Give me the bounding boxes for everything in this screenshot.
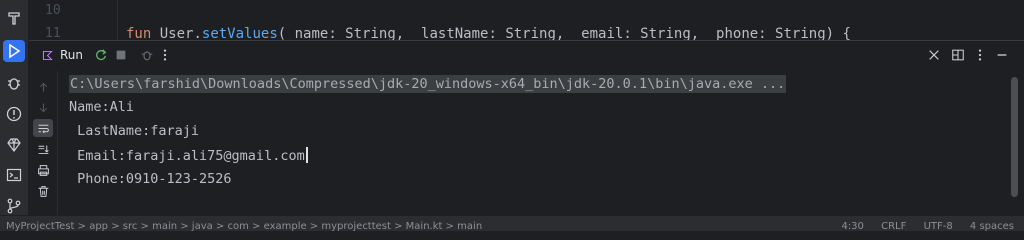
arrow-up-icon[interactable] xyxy=(35,79,51,95)
more-options-icon[interactable] xyxy=(157,47,173,63)
trash-icon[interactable] xyxy=(35,183,51,199)
problems-icon[interactable] xyxy=(4,104,24,124)
line-ending[interactable]: CRLF xyxy=(881,221,906,231)
arrow-down-icon[interactable] xyxy=(35,99,51,115)
caret-position[interactable]: 4:30 xyxy=(841,221,863,231)
debug-icon[interactable] xyxy=(4,73,24,93)
console-line: LastName:faraji xyxy=(69,123,200,139)
status-bar: MyProjectTest > app > src > main > java … xyxy=(0,215,1024,231)
text-caret xyxy=(305,147,308,163)
soft-wrap-icon[interactable] xyxy=(33,119,53,137)
run-panel-header: Run xyxy=(29,41,1024,69)
kotlin-run-icon xyxy=(42,50,53,60)
left-tool-strip xyxy=(0,0,29,231)
console-line-text: Email:faraji.ali75@gmail.com xyxy=(69,148,305,164)
file-encoding[interactable]: UTF-8 xyxy=(924,221,953,231)
panel-options-icon[interactable] xyxy=(972,47,988,63)
java-command: C:\Users\farshid\Downloads\Compressed\jd… xyxy=(69,75,787,93)
bug-icon[interactable] xyxy=(139,47,155,63)
console-command-line: C:\Users\farshid\Downloads\Compressed\jd… xyxy=(69,75,787,93)
indent-setting[interactable]: 4 spaces xyxy=(970,221,1014,231)
stop-icon[interactable] xyxy=(113,47,129,63)
line-number: 11 xyxy=(45,26,61,41)
rerun-icon[interactable] xyxy=(93,47,109,63)
code-editor[interactable]: 10 11 fun User.setValues( name: String, … xyxy=(29,0,1024,42)
breadcrumb[interactable]: MyProjectTest > app > src > main > java … xyxy=(6,221,482,231)
scroll-to-end-icon[interactable] xyxy=(35,141,51,157)
tab-run-label: Run xyxy=(60,48,84,62)
tab-run[interactable]: Run xyxy=(35,45,89,65)
hammer-icon[interactable] xyxy=(4,8,24,28)
gutter-separator xyxy=(117,0,118,40)
close-icon[interactable] xyxy=(926,47,942,63)
layout-icon[interactable] xyxy=(950,47,966,63)
gem-icon[interactable] xyxy=(4,135,24,155)
console-line: Name:Ali xyxy=(69,99,135,115)
minimize-icon[interactable] xyxy=(994,47,1010,63)
console-scrollbar[interactable] xyxy=(1011,77,1018,197)
console-separator xyxy=(57,71,58,217)
print-icon[interactable] xyxy=(35,162,51,178)
run-panel: Run C:\Users\farshid\Downloads\Compresse… xyxy=(29,40,1024,217)
line-number: 10 xyxy=(45,3,61,18)
terminal-icon[interactable] xyxy=(4,165,24,185)
git-branch-icon[interactable] xyxy=(4,196,24,216)
console-line: Phone:0910-123-2526 xyxy=(69,171,232,187)
status-right-group: 4:30 CRLF UTF-8 4 spaces xyxy=(827,221,1014,231)
console-line: Email:faraji.ali75@gmail.com xyxy=(69,147,308,164)
run-tool-icon[interactable] xyxy=(3,40,25,62)
